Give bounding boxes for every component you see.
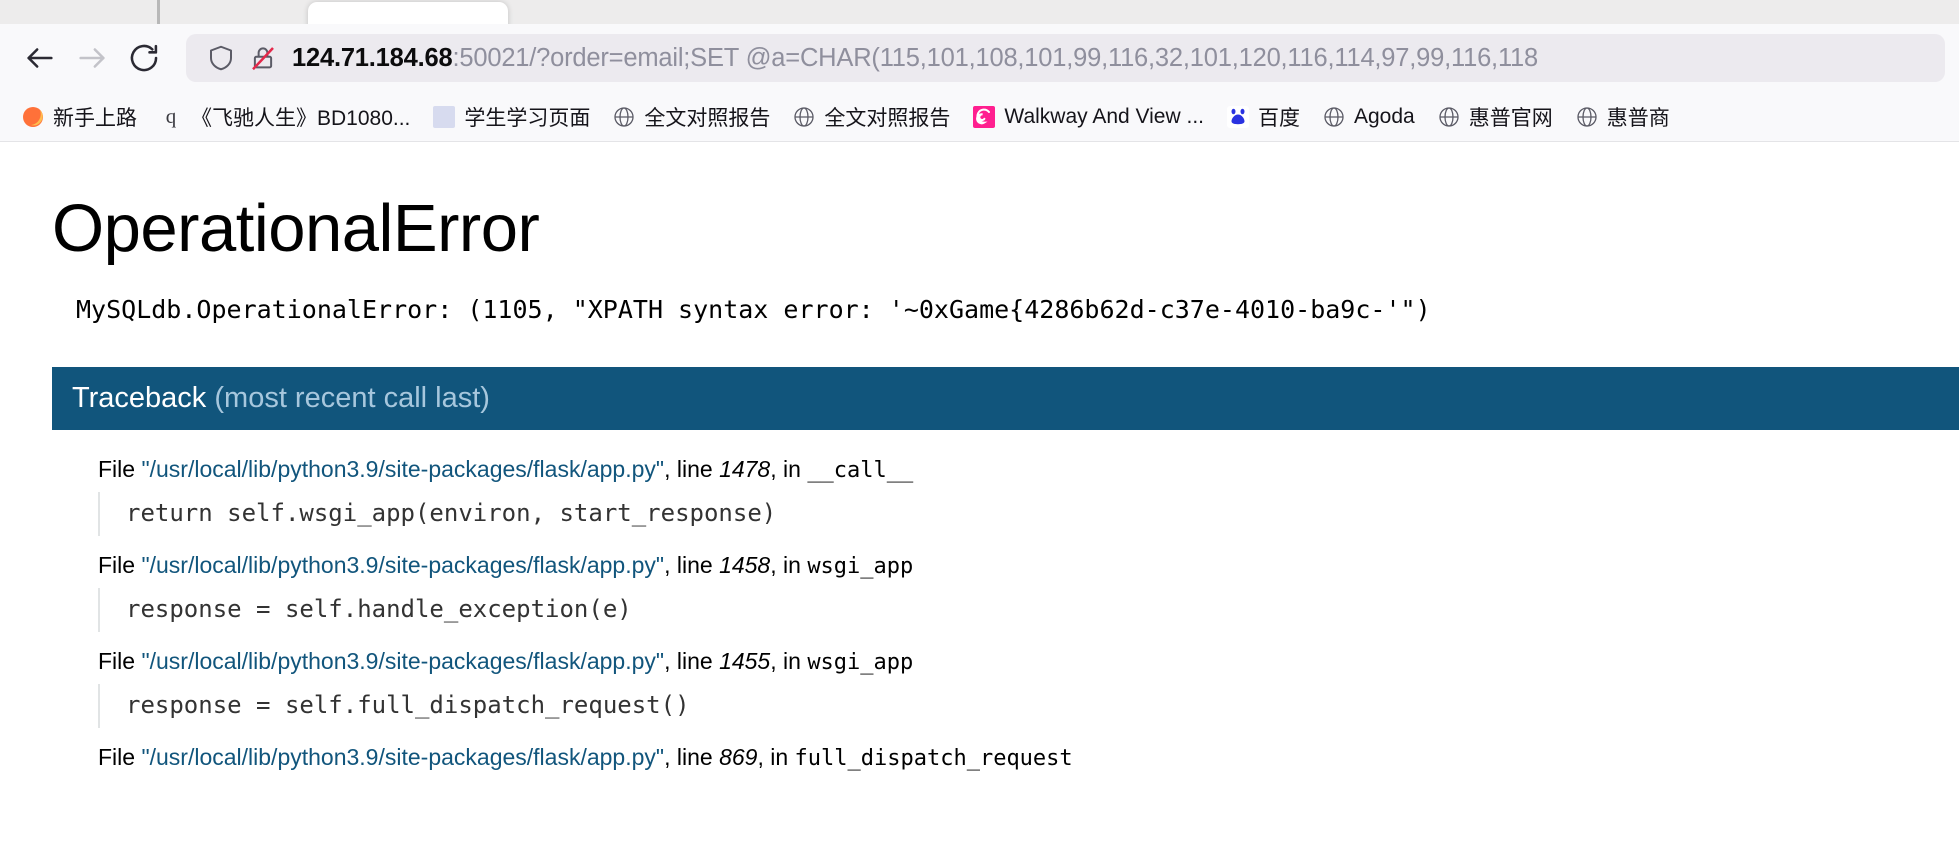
back-button[interactable] [14, 32, 66, 84]
shield-icon[interactable] [200, 37, 242, 79]
spiral-pink-icon [972, 105, 996, 129]
bookmark-label: Agoda [1354, 104, 1415, 128]
globe-icon [612, 105, 636, 129]
frame-header: File "/usr/local/lib/python3.9/site-pack… [98, 456, 1959, 483]
bookmarks-toolbar: 新手上路 q 《飞驰人生》BD1080... 学生学习页面 全文对照报告 全文对… [0, 92, 1959, 142]
error-message: MySQLdb.OperationalError: (1105, "XPATH … [76, 295, 1431, 324]
frame-file-path[interactable]: "/usr/local/lib/python3.9/site-packages/… [141, 456, 664, 482]
frame-line-number: 869 [719, 743, 758, 770]
frame-header: File "/usr/local/lib/python3.9/site-pack… [98, 552, 1959, 579]
bookmark-label: 新手上路 [53, 106, 137, 130]
forward-button[interactable] [66, 32, 118, 84]
frame-in-label: , in [757, 743, 795, 770]
frame-source-line: response = self.full_dispatch_request() [98, 683, 1959, 728]
bookmark-label: Walkway And View ... [1004, 104, 1204, 128]
lock-crossed-insecure-icon[interactable] [242, 37, 284, 79]
frame-header: File "/usr/local/lib/python3.9/site-pack… [98, 744, 1959, 771]
traceback-heading: Traceback [72, 381, 207, 414]
traceback-frame: File "/usr/local/lib/python3.9/site-pack… [52, 744, 1959, 771]
bookmark-item-feichirensheng[interactable]: q 《飞驰人生》BD1080... [148, 97, 421, 137]
bookmark-label: 《飞驰人生》BD1080... [191, 106, 411, 130]
blank-square-icon [432, 105, 456, 129]
bookmark-item-baidu[interactable]: 百度 [1215, 97, 1311, 137]
tab-strip [0, 0, 1959, 32]
traceback-frames: File "/usr/local/lib/python3.9/site-pack… [52, 429, 1959, 771]
reload-button[interactable] [118, 32, 170, 84]
traceback-heading-suffix: (most recent call last) [214, 381, 490, 414]
traceback-panel: Traceback (most recent call last) File "… [52, 366, 1959, 771]
frame-file-prefix: File [98, 551, 142, 578]
url-text[interactable]: 124.71.184.68:50021/?order=email;SET @a=… [292, 34, 1538, 82]
address-bar[interactable]: 124.71.184.68:50021/?order=email;SET @a=… [186, 34, 1945, 82]
globe-icon [1575, 105, 1599, 129]
forward-arrow-icon [75, 41, 109, 75]
reload-icon [127, 41, 161, 75]
globe-icon [1437, 105, 1461, 129]
letter-q-icon: q [165, 104, 177, 128]
traceback-header: Traceback (most recent call last) [52, 366, 1959, 430]
bookmark-label: 全文对照报告 [644, 106, 771, 130]
navigation-toolbar: 124.71.184.68:50021/?order=email;SET @a=… [0, 24, 1959, 92]
frame-function-name: __call__ [807, 457, 914, 483]
globe-icon [792, 105, 816, 129]
globe-icon [1322, 105, 1346, 129]
frame-line-label: , line [664, 647, 720, 674]
frame-line-label: , line [664, 551, 720, 578]
bookmark-label: 学生学习页面 [464, 106, 591, 130]
frame-file-prefix: File [98, 743, 142, 770]
frame-source-line: return self.wsgi_app(environ, start_resp… [98, 491, 1959, 536]
frame-file-prefix: File [98, 647, 142, 674]
traceback-frame: File "/usr/local/lib/python3.9/site-pack… [52, 648, 1959, 728]
browser-window: 124.71.184.68:50021/?order=email;SET @a=… [0, 0, 1959, 860]
tabstrip-divider [157, 0, 160, 24]
bookmark-item-xinshoushanglu[interactable]: 新手上路 [10, 97, 148, 137]
bookmark-label: 惠普商 [1606, 106, 1670, 130]
frame-line-label: , line [664, 455, 720, 482]
frame-file-path[interactable]: "/usr/local/lib/python3.9/site-packages/… [141, 744, 664, 770]
bookmark-item-walkway[interactable]: Walkway And View ... [961, 100, 1215, 134]
frame-line-number: 1455 [719, 647, 771, 674]
bookmark-item-report-1[interactable]: 全文对照报告 [601, 97, 781, 137]
traceback-frame: File "/usr/local/lib/python3.9/site-pack… [52, 456, 1959, 536]
frame-header: File "/usr/local/lib/python3.9/site-pack… [98, 648, 1959, 675]
frame-file-prefix: File [98, 455, 142, 482]
frame-in-label: , in [770, 551, 808, 578]
frame-function-name: full_dispatch_request [794, 745, 1073, 771]
bookmark-item-agoda[interactable]: Agoda [1311, 100, 1426, 134]
page-title: OperationalError [52, 191, 540, 266]
bookmark-item-hp-official[interactable]: 惠普官网 [1426, 97, 1564, 137]
frame-line-number: 1478 [719, 455, 771, 482]
tabstrip-left-pane [0, 0, 157, 24]
traceback-frame: File "/usr/local/lib/python3.9/site-pack… [52, 552, 1959, 632]
frame-line-label: , line [664, 743, 720, 770]
back-arrow-icon [23, 41, 57, 75]
frame-line-number: 1458 [719, 551, 771, 578]
bookmark-label: 惠普官网 [1468, 106, 1553, 130]
frame-function-name: wsgi_app [807, 649, 914, 675]
frame-file-path[interactable]: "/usr/local/lib/python3.9/site-packages/… [141, 552, 664, 578]
firefox-icon [21, 105, 45, 129]
page-content: OperationalError MySQLdb.OperationalErro… [0, 143, 1959, 860]
frame-in-label: , in [770, 455, 808, 482]
bookmark-item-student-page[interactable]: 学生学习页面 [421, 97, 601, 137]
frame-function-name: wsgi_app [807, 553, 914, 579]
frame-source-line: response = self.handle_exception(e) [98, 587, 1959, 632]
url-path-query: :50021/?order=email;SET @a=CHAR(115,101,… [452, 44, 1538, 72]
bookmark-label: 全文对照报告 [824, 106, 951, 130]
bookmark-label: 百度 [1258, 106, 1300, 130]
baidu-icon [1226, 105, 1250, 129]
url-host: 124.71.184.68 [292, 44, 453, 72]
bookmark-item-report-2[interactable]: 全文对照报告 [781, 97, 961, 137]
bookmark-item-hp-store[interactable]: 惠普商 [1564, 97, 1681, 137]
frame-in-label: , in [770, 647, 808, 674]
frame-file-path[interactable]: "/usr/local/lib/python3.9/site-packages/… [141, 648, 664, 674]
